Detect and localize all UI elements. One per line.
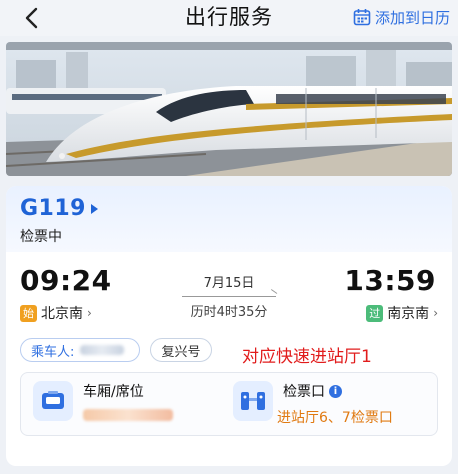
- gate-title: 检票口: [283, 384, 325, 400]
- duration-arrow: [182, 296, 276, 297]
- info-icon[interactable]: i: [329, 384, 342, 398]
- header-bar: 出行服务 添加到日历: [0, 0, 458, 36]
- passenger-name-redacted: [80, 345, 125, 355]
- passenger-label: 乘车人:: [31, 344, 75, 360]
- add-to-calendar-button[interactable]: 添加到日历: [353, 6, 450, 28]
- gate-value: 进站厅6、7检票口: [277, 410, 393, 426]
- departure-station: 北京南: [41, 306, 83, 322]
- departure-station-link[interactable]: 始 北京南 ›: [20, 303, 92, 323]
- annotation-text: 对应快速进站厅1: [242, 347, 372, 367]
- train-number-link[interactable]: G119: [20, 196, 99, 221]
- seat-title: 车厢/席位: [83, 384, 144, 400]
- ticket-gate-icon: [233, 381, 273, 421]
- chevron-right-icon: ›: [87, 306, 92, 320]
- arrival-station: 南京南: [387, 306, 430, 322]
- passenger-chip[interactable]: 乘车人:: [20, 338, 140, 362]
- seat-info[interactable]: 车厢/席位: [33, 381, 173, 421]
- chevron-right-icon: ›: [433, 306, 438, 320]
- train-number: G119: [20, 196, 86, 221]
- start-badge: 始: [20, 304, 37, 322]
- pass-badge: 过: [366, 304, 384, 322]
- trip-card: G119 检票中 09:24 7月15日 历时4时35分 13:59 始 北京南…: [6, 186, 452, 466]
- train-photo: [6, 42, 452, 176]
- gate-info[interactable]: 检票口 i 进站厅6、7检票口: [233, 381, 393, 427]
- seat-gate-panel: 车厢/席位 检票口 i 进站厅6、7检票口: [20, 372, 438, 436]
- train-model-chip[interactable]: 复兴号: [150, 338, 212, 362]
- arrival-time: 13:59: [344, 264, 436, 297]
- arrival-station-link[interactable]: 过 南京南 ›: [366, 303, 438, 323]
- calendar-icon: [353, 9, 371, 26]
- seat-value-redacted: [83, 409, 173, 421]
- add-to-calendar-label: 添加到日历: [374, 8, 450, 27]
- boarding-status: 检票中: [20, 229, 62, 245]
- seat-icon: [33, 381, 73, 421]
- triangle-right-icon: [90, 203, 98, 214]
